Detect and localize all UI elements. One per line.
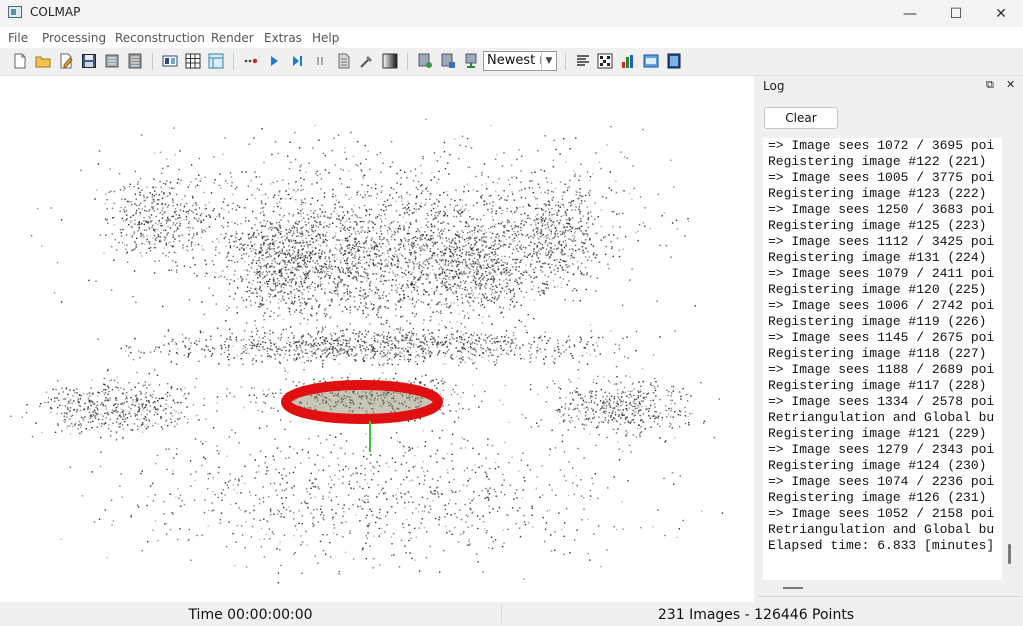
match-matrix-icon[interactable] [597,53,613,69]
toolbar-separator [233,53,234,70]
log-horizontal-scrollbar[interactable] [763,580,1018,596]
toolbar-separator [407,53,408,70]
reconstruction-stats-icon[interactable] [575,53,591,69]
open-project-icon[interactable] [35,53,51,69]
chevron-down-icon: ▼ [541,52,556,70]
log-line: => Image sees 1112 / 3425 poi [768,234,995,249]
log-line: Registering image #121 (229) [768,426,987,441]
log-line: Registering image #119 (226) [768,314,987,329]
status-summary: 231 Images - 126446 Points [657,607,855,623]
menu-reconstruction[interactable]: Reconstruction [115,31,205,45]
menu-help[interactable]: Help [312,31,339,45]
log-vertical-scrollbar[interactable] [1002,138,1018,580]
minimize-button[interactable]: — [887,0,933,27]
reconstruction-pause-icon[interactable] [312,53,328,69]
close-button[interactable]: ✕ [978,0,1023,27]
log-line: => Image sees 1052 / 2158 poi [768,506,995,521]
grid-icon[interactable] [620,53,636,69]
bundle-adjustment-icon[interactable] [336,53,352,69]
camera-trajectory-ring [281,380,443,424]
log-line: => Image sees 1188 / 2689 poi [768,362,995,377]
menu-bar: File Processing Reconstruction Render Ex… [0,27,1023,48]
clear-log-button[interactable]: Clear [764,107,838,129]
dock-divider [758,596,1020,597]
log-text-area[interactable]: => Image sees 1072 / 3695 poi Registering… [763,138,1002,580]
log-dock-title: Log [763,79,785,93]
import-model-icon[interactable] [104,53,120,69]
database-management-icon[interactable] [208,53,224,69]
log-line: => Image sees 1072 / 3695 poi [768,138,995,153]
colmap-app-icon [8,6,22,18]
feature-extraction-icon[interactable] [162,53,178,69]
title-bar: COLMAP — ☐ ✕ [0,0,1023,27]
log-line: Retriangulation and Global bu [768,522,995,537]
status-time: Time 00:00:00:00 [188,607,313,623]
log-line: Registering image #118 (227) [768,346,987,361]
menu-processing[interactable]: Processing [42,31,106,45]
new-project-icon[interactable] [12,53,28,69]
log-line: Registering image #125 (223) [768,218,987,233]
feature-matching-icon[interactable] [185,53,201,69]
log-line: Registering image #131 (224) [768,250,987,265]
model-viewer-3d[interactable] [0,76,754,602]
scrollbar-thumb[interactable] [783,587,803,589]
dock-close-icon[interactable]: ✕ [1006,78,1015,91]
log-line: Elapsed time: 6.833 [minutes] [768,538,995,553]
maximize-button[interactable]: ☐ [933,0,979,27]
log-line: => Image sees 1079 / 2411 poi [768,266,995,281]
reconstruction-step-icon[interactable] [266,53,282,69]
edit-project-icon[interactable] [58,53,74,69]
dense-reconstruction-icon[interactable] [359,53,375,69]
log-line: Retriangulation and Global bu [768,410,995,425]
log-line: Registering image #126 (231) [768,490,987,505]
log-line: => Image sees 1334 / 2578 poi [768,394,995,409]
grab-movie-icon[interactable] [440,53,456,69]
menu-file[interactable]: File [8,31,28,45]
log-line: => Image sees 1145 / 2675 poi [768,330,995,345]
point-cloud-canvas[interactable] [0,76,754,602]
toolbar-separator [152,53,153,70]
grab-image-icon[interactable] [417,53,433,69]
movie-icon[interactable] [666,53,682,69]
log-line: Registering image #120 (225) [768,282,987,297]
log-line: => Image sees 1250 / 3683 poi [768,202,995,217]
save-project-icon[interactable] [81,53,97,69]
log-line: Registering image #122 (221) [768,154,987,169]
reset-view-icon[interactable] [382,53,398,69]
window-title: COLMAP [30,5,81,19]
reconstruction-start-icon[interactable] [243,53,259,69]
dock-float-icon[interactable]: ⧉ [986,78,994,92]
export-model-icon[interactable] [127,53,143,69]
log-dock: Log ⧉ ✕ Clear => Image sees 1072 / 3695 … [758,76,1023,602]
menu-render[interactable]: Render [211,31,254,45]
reconstruction-selector[interactable]: Newest r ▼ [483,51,557,71]
show-log-icon[interactable] [643,53,659,69]
log-line: => Image sees 1005 / 3775 poi [768,170,995,185]
log-line: => Image sees 1074 / 2236 poi [768,474,995,489]
status-bar: Time 00:00:00:00 231 Images - 126446 Poi… [0,602,1023,626]
log-line: Registering image #124 (230) [768,458,987,473]
log-line: Registering image #123 (222) [768,186,987,201]
menu-extras[interactable]: Extras [264,31,302,45]
toolbar-separator [565,53,566,70]
log-line: Registering image #117 (228) [768,378,987,393]
log-line: => Image sees 1279 / 2343 poi [768,442,995,457]
scrollbar-thumb[interactable] [1008,544,1011,564]
render-options-icon[interactable] [463,53,479,69]
reconstruction-selector-value: Newest r [487,53,545,68]
reconstruction-next-icon[interactable] [289,53,305,69]
log-line: => Image sees 1006 / 2742 poi [768,298,995,313]
